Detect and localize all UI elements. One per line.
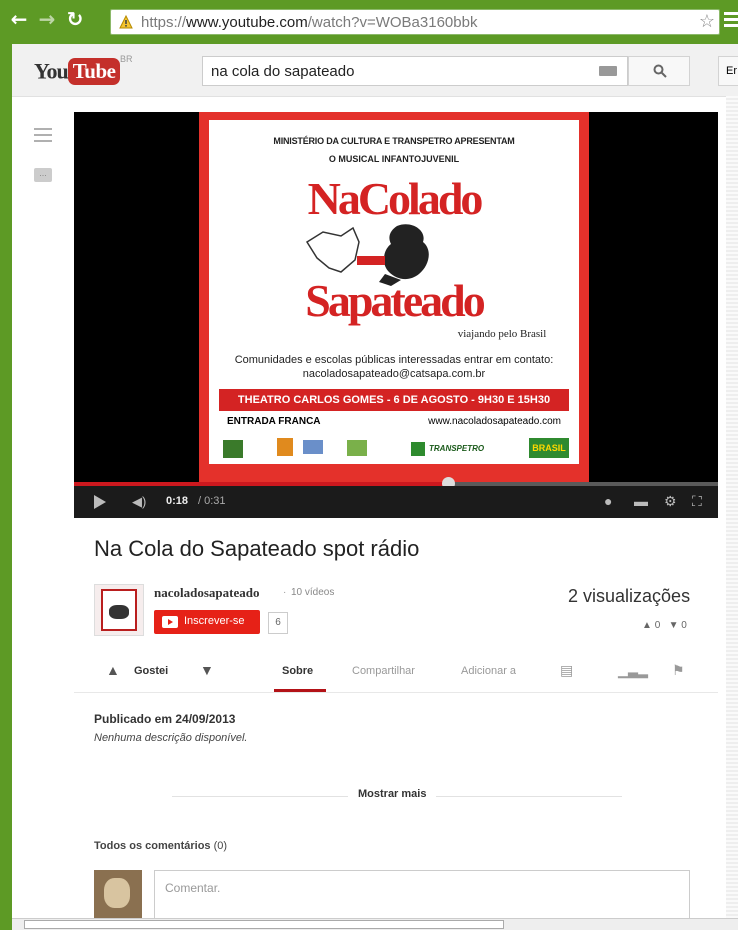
sponsor-transpetro: TRANSPETRO (429, 444, 485, 453)
more-icon[interactable]: ... (34, 168, 52, 182)
logo-region: BR (120, 54, 133, 64)
tab-about[interactable]: Sobre (282, 665, 313, 677)
poster-website: www.nacoladosapateado.com (428, 416, 561, 427)
video-description: Nenhuma descrição disponível. (94, 732, 248, 744)
play-icon[interactable] (94, 495, 106, 509)
youtube-logo[interactable]: You Tube BR (34, 54, 133, 85)
subscriber-count: 6 (268, 612, 288, 634)
poster-sponsor-logos: TRANSPETRO BRASIL (217, 434, 571, 462)
thumbs-down-icon: ▼ (668, 620, 679, 631)
petrobras-logo (411, 442, 425, 456)
channel-avatar[interactable] (94, 584, 144, 636)
channel-name-link[interactable]: nacoladosapateado (154, 585, 259, 601)
time-current: 0:18 (166, 495, 189, 507)
lock-icon (119, 14, 133, 29)
poster-presenters: MINISTÉRIO DA CULTURA E TRANSPETRO APRES… (273, 136, 515, 146)
player-controls: ◀) 0:18 / 0:31 ● ▬ ⚙ ⛶ (74, 486, 718, 518)
poster-subtitle: viajando pelo Brasil (457, 328, 547, 340)
sponsor-logo (347, 440, 367, 456)
sponsor-brasil: BRASIL (529, 438, 569, 458)
youtube-header: You Tube BR na cola do sapateado Er (12, 44, 738, 97)
fullscreen-icon[interactable]: ⛶ (692, 493, 702, 510)
url-scheme: https:// (141, 14, 187, 31)
poster-subheading: O MUSICAL INFANTOJUVENIL (328, 154, 460, 164)
logo-you: You (34, 58, 69, 84)
search-button[interactable] (628, 56, 690, 86)
settings-gear-icon[interactable]: ⚙ (664, 493, 677, 510)
comments-heading-label: Todos os comentários (94, 840, 211, 852)
search-query: na cola do sapateado (211, 63, 355, 80)
upload-button[interactable]: Er (718, 56, 738, 86)
subscribe-button[interactable]: Inscrever-se (154, 610, 260, 634)
comment-placeholder: Comentar. (165, 881, 221, 895)
horizontal-scrollbar[interactable] (12, 918, 738, 930)
statistics-icon[interactable]: ▁▃▂ (618, 663, 648, 679)
volume-icon[interactable]: ◀) (132, 494, 146, 510)
tab-share[interactable]: Compartilhar (352, 665, 415, 677)
poster-card: MINISTÉRIO DA CULTURA E TRANSPETRO APRES… (209, 120, 579, 464)
published-date: Publicado em 24/09/2013 (94, 712, 236, 726)
back-arrow-icon[interactable]: ← (8, 8, 30, 30)
poster-date-banner: THEATRO CARLOS GOMES - 6 DE AGOSTO - 9H3… (219, 389, 569, 411)
channel-avatar-image (101, 589, 137, 631)
like-button[interactable]: Gostei (134, 665, 168, 677)
dislike-button-icon[interactable]: ▼ (200, 662, 214, 678)
guide-menu-icon[interactable] (34, 128, 52, 146)
forward-arrow-icon[interactable]: → (36, 8, 58, 30)
url-host: www.youtube.com (186, 14, 308, 31)
bookmark-star-icon[interactable]: ☆ (699, 11, 715, 32)
upload-label: Er (726, 65, 737, 77)
tab-add-to[interactable]: Adicionar a (461, 665, 516, 677)
logo-tube: Tube (67, 58, 121, 85)
transcript-icon[interactable]: ▤ (560, 662, 573, 679)
sponsor-logo (303, 440, 323, 454)
poster-title-bottom: Sapateado (305, 275, 485, 326)
comments-count: (0) (213, 840, 228, 852)
channel-video-count[interactable]: 10 vídeos (291, 587, 334, 598)
flag-icon[interactable]: ⚑ (672, 662, 685, 679)
window-border (0, 44, 12, 930)
like-count: 0 (654, 620, 661, 631)
action-bar: ▲ Gostei ▼ Sobre Compartilhar Adicionar … (74, 648, 718, 693)
address-bar[interactable]: https://www.youtube.com/watch?v=WOBa3160… (110, 9, 720, 35)
thumbs-up-icon[interactable]: ▲ (106, 662, 120, 678)
page-content: You Tube BR na cola do sapateado Er ... M… (12, 44, 738, 918)
sponsor-logo (277, 438, 293, 456)
comments-heading: Todos os comentários (0) (94, 840, 227, 852)
view-count: 2 visualizações (568, 586, 691, 606)
subtitles-icon[interactable]: ▬ (634, 493, 648, 509)
thumbs-up-icon: ▲ (642, 620, 652, 631)
vertical-scrollbar[interactable] (726, 96, 738, 918)
poster-entry-text: ENTRADA FRANCA (227, 416, 321, 427)
like-stats: ▲ 0 ▼ 0 (642, 620, 687, 631)
time-duration: / 0:31 (198, 495, 226, 507)
subscribe-label: Inscrever-se (184, 615, 245, 627)
scrollbar-thumb[interactable] (24, 920, 504, 929)
annotations-icon[interactable]: ● (604, 493, 612, 509)
youtube-play-icon (162, 616, 178, 628)
search-icon (653, 64, 667, 78)
poster-title-top: NaColado (307, 173, 484, 224)
active-tab-indicator (274, 689, 326, 692)
url-text: https://www.youtube.com/watch?v=WOBa3160… (141, 14, 477, 31)
video-player[interactable]: MINISTÉRIO DA CULTURA E TRANSPETRO APRES… (74, 112, 718, 518)
dislike-count: 0 (681, 620, 687, 631)
video-frame-poster: MINISTÉRIO DA CULTURA E TRANSPETRO APRES… (199, 112, 589, 482)
url-path: /watch?v=WOBa3160bbk (307, 14, 478, 31)
search-input[interactable]: na cola do sapateado (202, 56, 628, 86)
sponsor-logo (223, 440, 243, 458)
user-avatar (94, 870, 142, 918)
browser-toolbar: ← → ↻ https://www.youtube.com/watch?v=WO… (0, 0, 738, 44)
comment-input[interactable]: Comentar. (154, 870, 690, 918)
poster-contact-text: Comunidades e escolas públicas interessa… (234, 354, 554, 366)
poster-contact-email: nacoladosapateado@catsapa.com.br (302, 368, 486, 380)
reload-icon[interactable]: ↻ (64, 8, 86, 30)
show-more-button[interactable]: Mostrar mais (348, 788, 437, 800)
video-title: Na Cola do Sapateado spot rádio (94, 536, 420, 561)
separator-dot: · (283, 587, 287, 598)
browser-menu-icon[interactable] (724, 12, 738, 32)
keyboard-icon[interactable] (599, 66, 617, 76)
